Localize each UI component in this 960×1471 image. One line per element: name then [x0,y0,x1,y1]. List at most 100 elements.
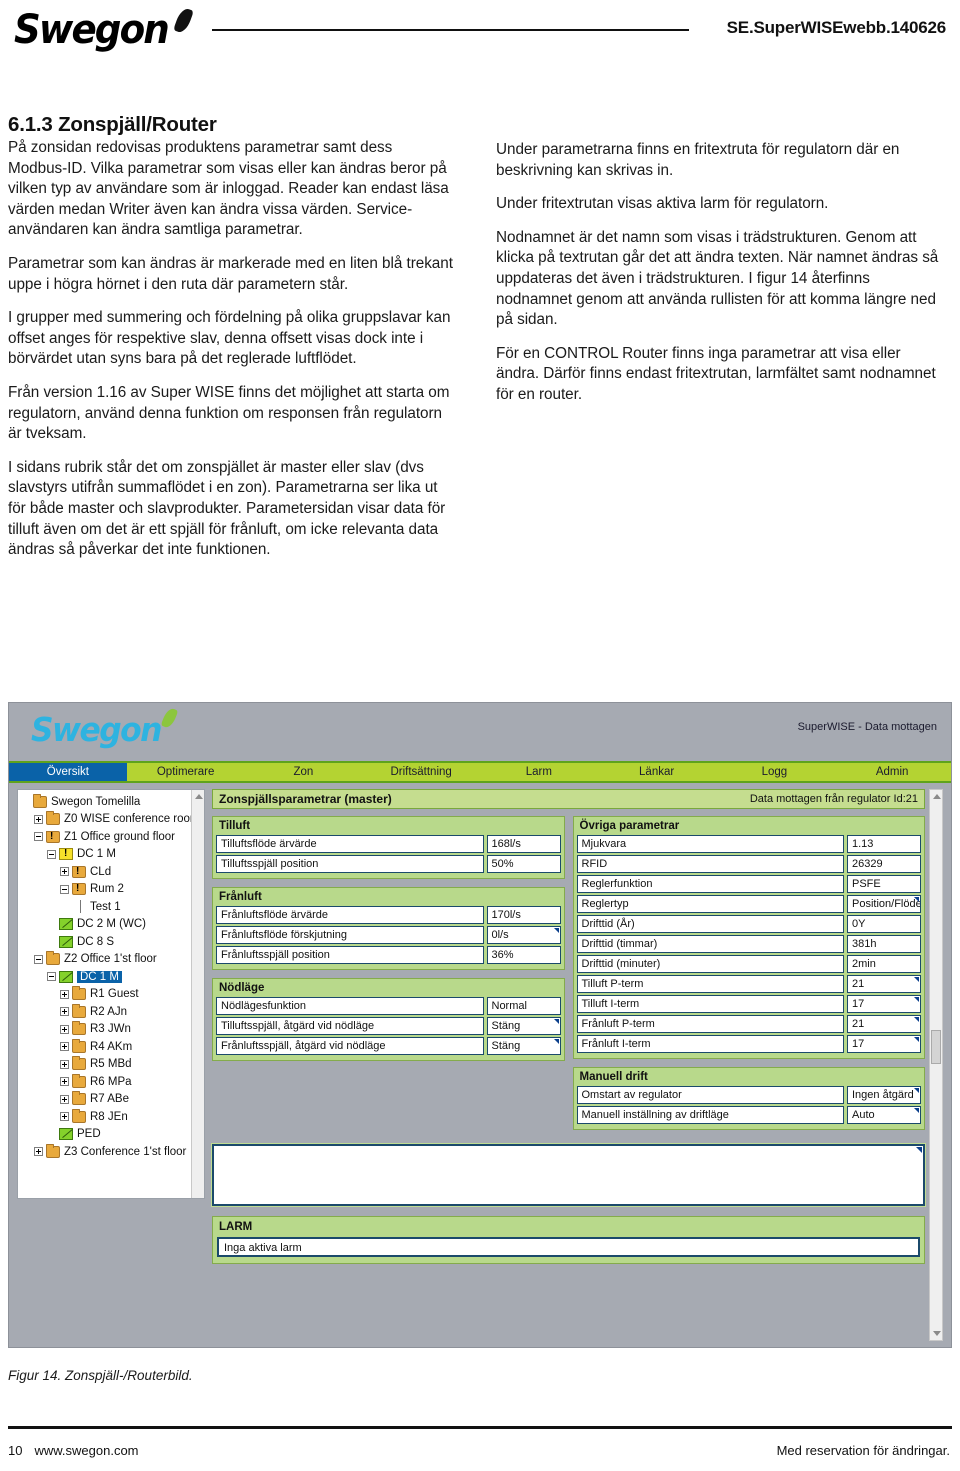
tree-item-label: DC 1 M [77,848,116,861]
parameter-row: RFID 26329 [574,855,925,875]
parameter-value[interactable]: 21 [847,1015,921,1033]
tree-item[interactable]: PED [21,1126,191,1144]
expand-icon[interactable] [60,1007,69,1017]
parameter-value: 170l/s [486,906,561,924]
parameter-name: Frånluftsflöde förskjutning [216,926,484,944]
tree-item[interactable]: R7 ABe [21,1091,191,1109]
parameter-value: PSFE [847,875,921,893]
expand-icon[interactable] [34,814,43,824]
tree-items-container[interactable]: Swegon Tomelilla Z0 WISE conference room Z… [18,790,191,1198]
tree-item[interactable]: DC 1 M [21,968,191,986]
parameter-value: 0Y [847,915,921,933]
paragraph: Under fritextrutan visas aktiva larm för… [496,195,829,213]
expand-icon[interactable] [60,1024,69,1034]
expand-icon[interactable] [60,1042,69,1052]
folder-icon [72,1021,86,1036]
tab-zon[interactable]: Zon [245,763,363,781]
collapse-icon[interactable] [47,849,56,859]
parameter-group: Nödläge Nödlägesfunktion Normal Tilluftsspj… [212,978,565,1061]
expand-icon[interactable] [34,1147,43,1157]
tree-item-label: R6 MPa [90,1075,132,1088]
tree-item[interactable]: Test 1 [21,898,191,916]
expand-icon[interactable] [60,989,69,999]
expand-icon[interactable] [60,867,69,877]
damper-icon [59,935,73,948]
tree-item[interactable]: Z0 WISE conference room [21,811,191,829]
tree-item[interactable]: DC 1 M [21,846,191,864]
expand-icon[interactable] [60,1059,69,1069]
right-parameter-groups: Övriga parametrar Mjukvara 1.13 RFID 26329 Re… [572,816,925,1138]
scroll-down-arrow-icon[interactable] [933,1331,941,1336]
parameter-row: Tilluftsflöde ärvärde 168l/s [213,835,564,855]
expand-icon[interactable] [60,1112,69,1122]
tab--versikt[interactable]: Översikt [9,763,127,781]
swegon-logo-text: Swegon [14,7,170,53]
tab-drifts-ttning[interactable]: Driftsättning [362,763,480,781]
tree-leaf-connector [80,900,81,914]
tree-item[interactable]: R1 Guest [21,986,191,1004]
parameter-value[interactable]: 17 [847,1035,921,1053]
tree-item[interactable]: CLd [21,863,191,881]
scroll-up-arrow-icon[interactable] [194,794,203,799]
parameter-row: Omstart av regulator Ingen åtgärd [574,1086,925,1106]
tree-item[interactable]: Rum 2 [21,881,191,899]
main-navigation-tabs[interactable]: Översikt Optimerare Zon Driftsättning Larm Lä… [9,761,951,783]
tree-item[interactable]: R4 AKm [21,1038,191,1056]
parameter-value[interactable]: 17 [847,995,921,1013]
scrollbar-thumb[interactable] [931,1030,941,1064]
footer-left: 10 www.swegon.com [8,1443,139,1458]
tree-item[interactable]: Z3 Conference 1'st floor [21,1143,191,1161]
tree-item[interactable]: Swegon Tomelilla [21,793,191,811]
tree-item[interactable]: Z2 Office 1'st floor [21,951,191,969]
tab-optimerare[interactable]: Optimerare [127,763,245,781]
tree-item[interactable]: R3 JWn [21,1021,191,1039]
tab-l-nkar[interactable]: Länkar [598,763,716,781]
parameter-group-title: Tilluft [219,820,251,832]
collapse-icon[interactable] [34,954,43,964]
parameter-value[interactable]: 0l/s [486,926,561,944]
tree-item[interactable]: R8 JEn [21,1108,191,1126]
tree-item[interactable]: DC 8 S [21,933,191,951]
freetext-description-field[interactable] [211,1143,926,1207]
parameter-name: Drifttid (År) [576,915,844,933]
parameter-value[interactable]: Auto [847,1106,921,1124]
website-url: www.swegon.com [34,1443,139,1458]
alarm-value-field[interactable]: Inga aktiva larm [217,1237,920,1257]
parameter-row: Nödlägesfunktion Normal [213,997,564,1017]
parameter-value[interactable]: Stäng [486,1037,561,1055]
collapse-icon[interactable] [34,832,43,842]
tree-scrollbar[interactable] [190,790,204,1198]
parameter-value[interactable]: Stäng [486,1017,561,1035]
tab-admin[interactable]: Admin [833,763,951,781]
tree-item-label: DC 2 M (WC) [77,918,146,931]
parameter-row: Tilluftsspjäll, åtgärd vid nödläge Stäng [213,1017,564,1037]
scroll-up-arrow-icon[interactable] [933,794,941,799]
navigation-tree-panel[interactable]: Swegon Tomelilla Z0 WISE conference room Z… [17,789,205,1199]
tree-item[interactable]: Z1 Office ground floor [21,828,191,846]
tree-item[interactable]: DC 2 M (WC) [21,916,191,934]
warning-icon [59,848,73,861]
expand-icon[interactable] [60,1077,69,1087]
parameter-value[interactable]: Position/Flöde [847,895,921,913]
expand-icon[interactable] [60,1094,69,1104]
tree-item[interactable]: R2 AJn [21,1003,191,1021]
parameter-value[interactable]: Ingen åtgärd [847,1086,921,1104]
alarm-group: LARM Inga aktiva larm [212,1216,925,1264]
tree-item-label: DC 1 M [77,970,122,983]
tree-item-label: R3 JWn [90,1023,131,1036]
parameter-row: Frånluft I-term 17 [574,1035,925,1055]
parameter-panel-scrollbar[interactable] [929,789,943,1341]
tab-larm[interactable]: Larm [480,763,598,781]
parameter-name: Tilluft P-term [576,975,844,993]
collapse-icon[interactable] [47,972,56,982]
paragraph: I grupper med summering och fördelning p… [8,309,451,368]
collapse-icon[interactable] [60,884,69,894]
tree-item[interactable]: R6 MPa [21,1073,191,1091]
parameter-panel-titlebar: Zonspjällsparametrar (master) Data motta… [212,789,925,809]
parameter-value[interactable]: 21 [847,975,921,993]
tree-item[interactable]: R5 MBd [21,1056,191,1074]
section-title: 6.1.3 Zonspjäll/Router [8,113,217,136]
tab-logg[interactable]: Logg [716,763,834,781]
